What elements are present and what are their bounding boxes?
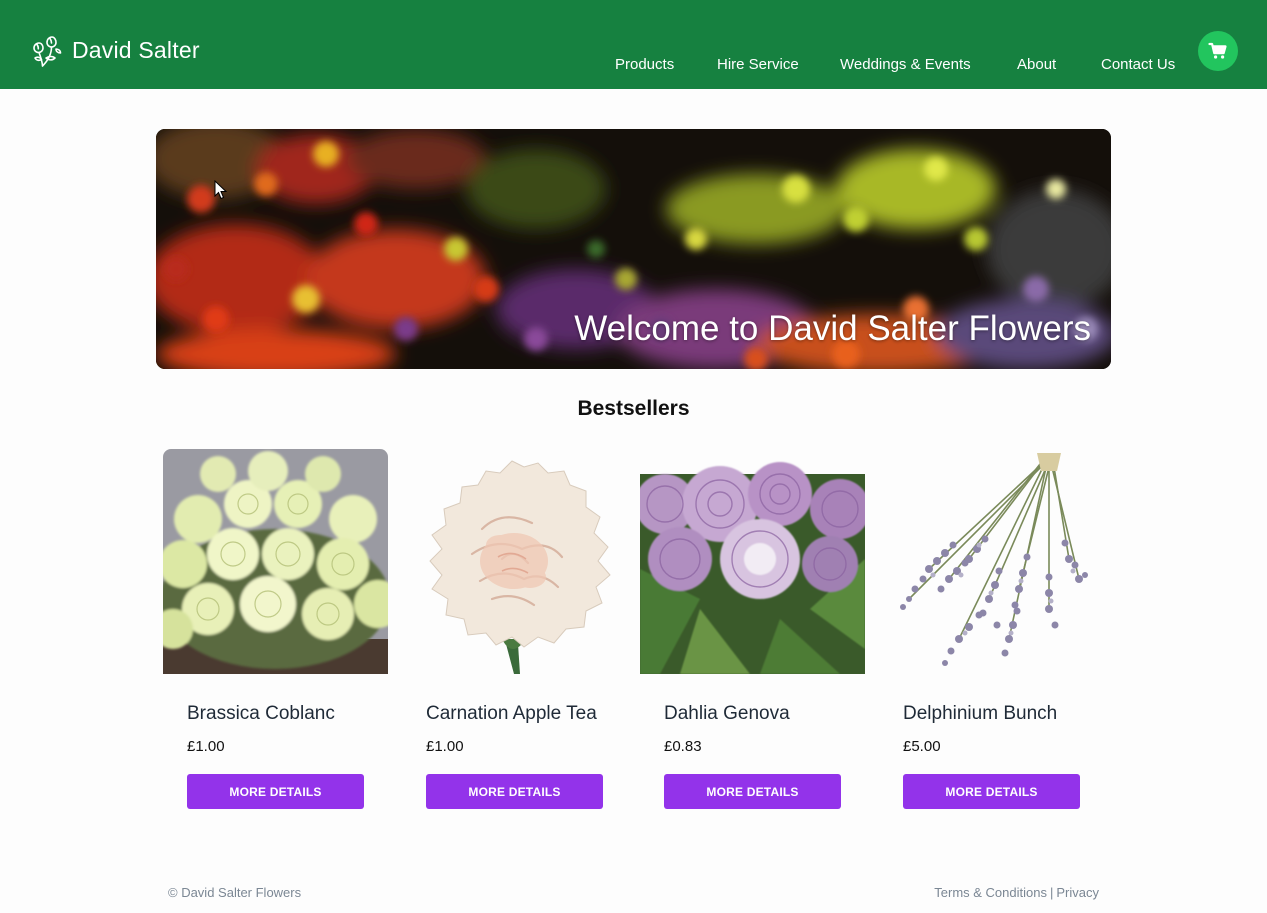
product-price: £5.00	[903, 738, 941, 755]
product-image[interactable]	[640, 449, 865, 674]
product-name[interactable]: Brassica Coblanc	[187, 703, 335, 725]
nav-products[interactable]: Products	[615, 56, 674, 73]
nav-weddings-events[interactable]: Weddings & Events	[840, 56, 971, 73]
flowers-icon	[33, 36, 62, 67]
brand-name: David Salter	[72, 36, 200, 63]
product-name[interactable]: Dahlia Genova	[664, 703, 790, 725]
shopping-cart-icon	[1208, 42, 1227, 59]
privacy-link[interactable]: Privacy	[1056, 885, 1099, 900]
more-details-button[interactable]: MORE DETAILS	[903, 774, 1080, 809]
product-image[interactable]	[163, 449, 388, 674]
product-name[interactable]: Delphinium Bunch	[903, 703, 1057, 725]
nav-contact-us[interactable]: Contact Us	[1101, 56, 1175, 73]
terms-link[interactable]: Terms & Conditions	[934, 885, 1047, 900]
product-name[interactable]: Carnation Apple Tea	[426, 703, 597, 725]
nav-about[interactable]: About	[1017, 56, 1056, 73]
more-details-button[interactable]: MORE DETAILS	[426, 774, 603, 809]
more-details-button[interactable]: MORE DETAILS	[187, 774, 364, 809]
product-price: £0.83	[664, 738, 702, 755]
footer-separator: |	[1049, 885, 1054, 900]
bestsellers-title: Bestsellers	[577, 397, 690, 420]
hero-title: Welcome to David Salter Flowers	[574, 309, 1091, 348]
mouse-cursor-icon	[214, 180, 228, 200]
product-price: £1.00	[426, 738, 464, 755]
product-image[interactable]	[402, 449, 627, 674]
nav-hire-service[interactable]: Hire Service	[717, 56, 799, 73]
product-image[interactable]	[879, 449, 1104, 674]
brand-link[interactable]: David Salter	[28, 30, 200, 70]
cart-button[interactable]	[1198, 31, 1238, 71]
site-header: David Salter Products Hire Service Weddi…	[0, 0, 1267, 89]
more-details-button[interactable]: MORE DETAILS	[664, 774, 841, 809]
footer-links: Terms & Conditions | Privacy	[934, 885, 1099, 900]
footer-copyright: © David Salter Flowers	[168, 885, 302, 900]
hero-banner: Welcome to David Salter Flowers	[156, 129, 1111, 369]
product-price: £1.00	[187, 738, 225, 755]
